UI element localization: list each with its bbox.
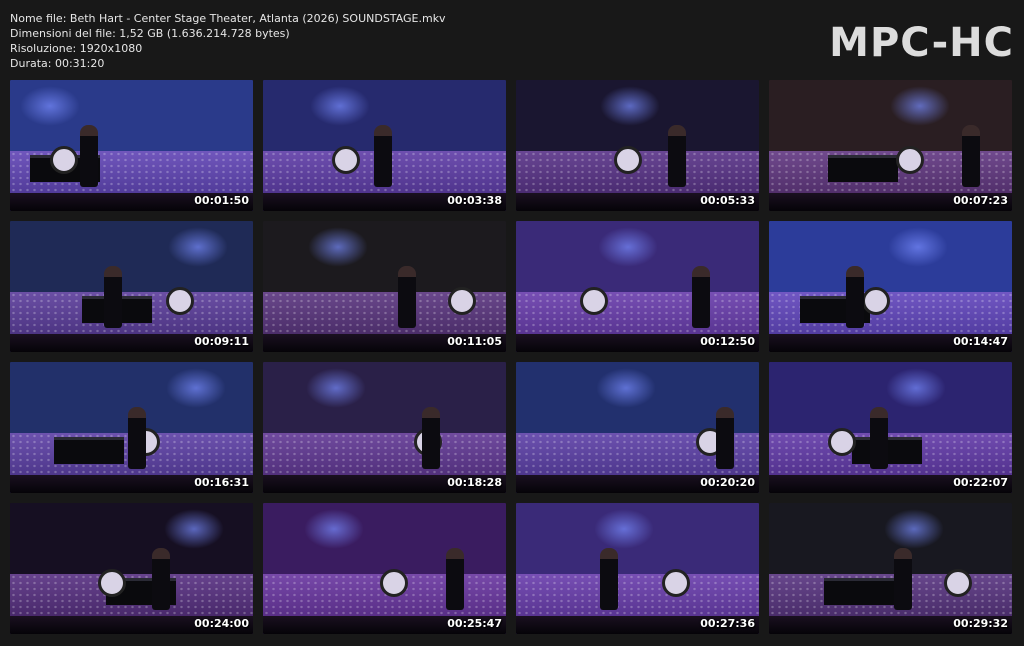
thumbnail[interactable]: 00:09:11 (10, 221, 253, 352)
performer (668, 125, 686, 188)
stage-light (596, 368, 656, 408)
thumbnail-grid: 00:01:50 00:03:38 00:05:33 00:07:23 00:09:11… (10, 80, 1012, 634)
piano (824, 578, 894, 606)
thumbnail[interactable]: 00:25:47 (263, 503, 506, 634)
stage-light (308, 227, 368, 267)
performer (716, 407, 734, 470)
timestamp: 00:24:00 (194, 617, 249, 630)
performer (398, 266, 416, 329)
thumbnail[interactable]: 00:11:05 (263, 221, 506, 352)
thumbnail[interactable]: 00:24:00 (10, 503, 253, 634)
stage-light (304, 509, 364, 549)
performer (962, 125, 980, 188)
timestamp: 00:14:47 (953, 335, 1008, 348)
timestamp: 00:12:50 (700, 335, 755, 348)
performer (152, 548, 170, 611)
stage-light (20, 86, 80, 126)
stage-light (890, 86, 950, 126)
timestamp: 00:16:31 (194, 476, 249, 489)
thumbnail[interactable]: 00:12:50 (516, 221, 759, 352)
timestamp: 00:09:11 (194, 335, 249, 348)
performer (128, 407, 146, 470)
timestamp: 00:29:32 (953, 617, 1008, 630)
piano (828, 155, 898, 183)
stage-light (164, 509, 224, 549)
timestamp: 00:27:36 (700, 617, 755, 630)
thumbnail[interactable]: 00:29:32 (769, 503, 1012, 634)
performer (600, 548, 618, 611)
thumbnail[interactable]: 00:03:38 (263, 80, 506, 211)
thumbnail[interactable]: 00:16:31 (10, 362, 253, 493)
thumbnail[interactable]: 00:01:50 (10, 80, 253, 211)
timestamp: 00:20:20 (700, 476, 755, 489)
timestamp: 00:18:28 (447, 476, 502, 489)
timestamp: 00:11:05 (447, 335, 502, 348)
stage-light (310, 86, 370, 126)
performer (422, 407, 440, 470)
stage-light (166, 368, 226, 408)
performer (446, 548, 464, 611)
performer (870, 407, 888, 470)
thumbnail[interactable]: 00:22:07 (769, 362, 1012, 493)
performer (894, 548, 912, 611)
file-info: Nome file: Beth Hart - Center Stage Thea… (10, 11, 446, 71)
performer (846, 266, 864, 329)
thumbnail[interactable]: 00:20:20 (516, 362, 759, 493)
file-duration: Durata: 00:31:20 (10, 57, 105, 70)
stage-light (600, 86, 660, 126)
timestamp: 00:25:47 (447, 617, 502, 630)
thumbnail[interactable]: 00:05:33 (516, 80, 759, 211)
timestamp: 00:22:07 (953, 476, 1008, 489)
file-resolution: Risoluzione: 1920x1080 (10, 42, 143, 55)
stage-light (888, 227, 948, 267)
file-size: Dimensioni del file: 1,52 GB (1.636.214.… (10, 27, 290, 40)
thumbnail[interactable]: 00:18:28 (263, 362, 506, 493)
timestamp: 00:03:38 (447, 194, 502, 207)
performer (104, 266, 122, 329)
timestamp: 00:07:23 (953, 194, 1008, 207)
stage-light (598, 227, 658, 267)
piano (54, 437, 124, 465)
stage-light (886, 368, 946, 408)
stage-light (168, 227, 228, 267)
stage-light (594, 509, 654, 549)
timestamp: 00:05:33 (700, 194, 755, 207)
timestamp: 00:01:50 (194, 194, 249, 207)
stage-light (884, 509, 944, 549)
performer (80, 125, 98, 188)
performer (692, 266, 710, 329)
mpc-hc-logo: MPC-HC (829, 20, 1014, 66)
thumbnail[interactable]: 00:27:36 (516, 503, 759, 634)
performer (374, 125, 392, 188)
stage-light (306, 368, 366, 408)
thumbnail[interactable]: 00:07:23 (769, 80, 1012, 211)
file-name: Nome file: Beth Hart - Center Stage Thea… (10, 12, 446, 25)
thumbnail[interactable]: 00:14:47 (769, 221, 1012, 352)
